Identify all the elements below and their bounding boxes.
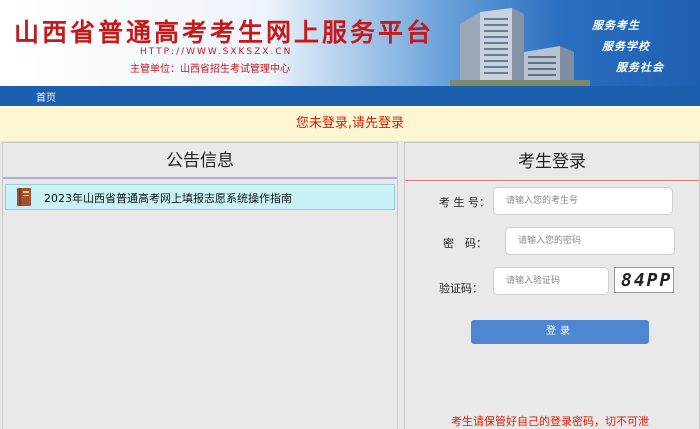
- exam-no-label: 考 生 号：: [439, 196, 490, 209]
- captcha-input[interactable]: 请输入验证码: [493, 267, 609, 295]
- login-alert: 您未登录,请先登录: [0, 106, 700, 142]
- nav-bar: 首页: [0, 86, 700, 106]
- password-label: 密 码：: [443, 237, 487, 250]
- announcement-item-text: 2023年山西省普通高考网上填报志愿系统操作指南: [44, 192, 292, 205]
- login-button[interactable]: 登录: [471, 320, 649, 344]
- password-input[interactable]: 请输入您的密码: [505, 227, 675, 255]
- book-icon: [17, 188, 31, 206]
- site-url: HTTP://WWW.SXKSZX.CN: [140, 47, 293, 57]
- exam-no-input[interactable]: 请输入您的考生号: [493, 187, 673, 215]
- login-title: 考生登录: [405, 143, 699, 181]
- login-panel: 考生登录 考 生 号： 请输入您的考生号 密 码： 请输入您的密码 验证码： 请…: [404, 142, 700, 429]
- slogan-1: 服务考生: [592, 19, 640, 32]
- announcement-panel: 公告信息 2023年山西省普通高考网上填报志愿系统操作指南: [2, 142, 398, 429]
- captcha-image[interactable]: 84PP: [614, 267, 674, 293]
- building-image: [450, 8, 590, 86]
- password-warning: 考生请保管好自己的登录密码，切不可泄: [451, 415, 649, 428]
- announcement-title: 公告信息: [3, 143, 397, 179]
- captcha-label: 验证码：: [439, 282, 483, 295]
- nav-home-link[interactable]: 首页: [36, 89, 56, 104]
- site-authority: 主管单位：山西省招生考试管理中心: [130, 64, 290, 75]
- captcha-text: 84PP: [621, 270, 673, 291]
- header-banner: 山西省普通高考考生网上服务平台 HTTP://WWW.SXKSZX.CN 主管单…: [0, 0, 700, 86]
- site-title: 山西省普通高考考生网上服务平台: [14, 18, 435, 47]
- announcement-item[interactable]: 2023年山西省普通高考网上填报志愿系统操作指南: [5, 184, 395, 210]
- slogan-3: 服务社会: [616, 61, 664, 74]
- slogan-2: 服务学校: [602, 40, 650, 53]
